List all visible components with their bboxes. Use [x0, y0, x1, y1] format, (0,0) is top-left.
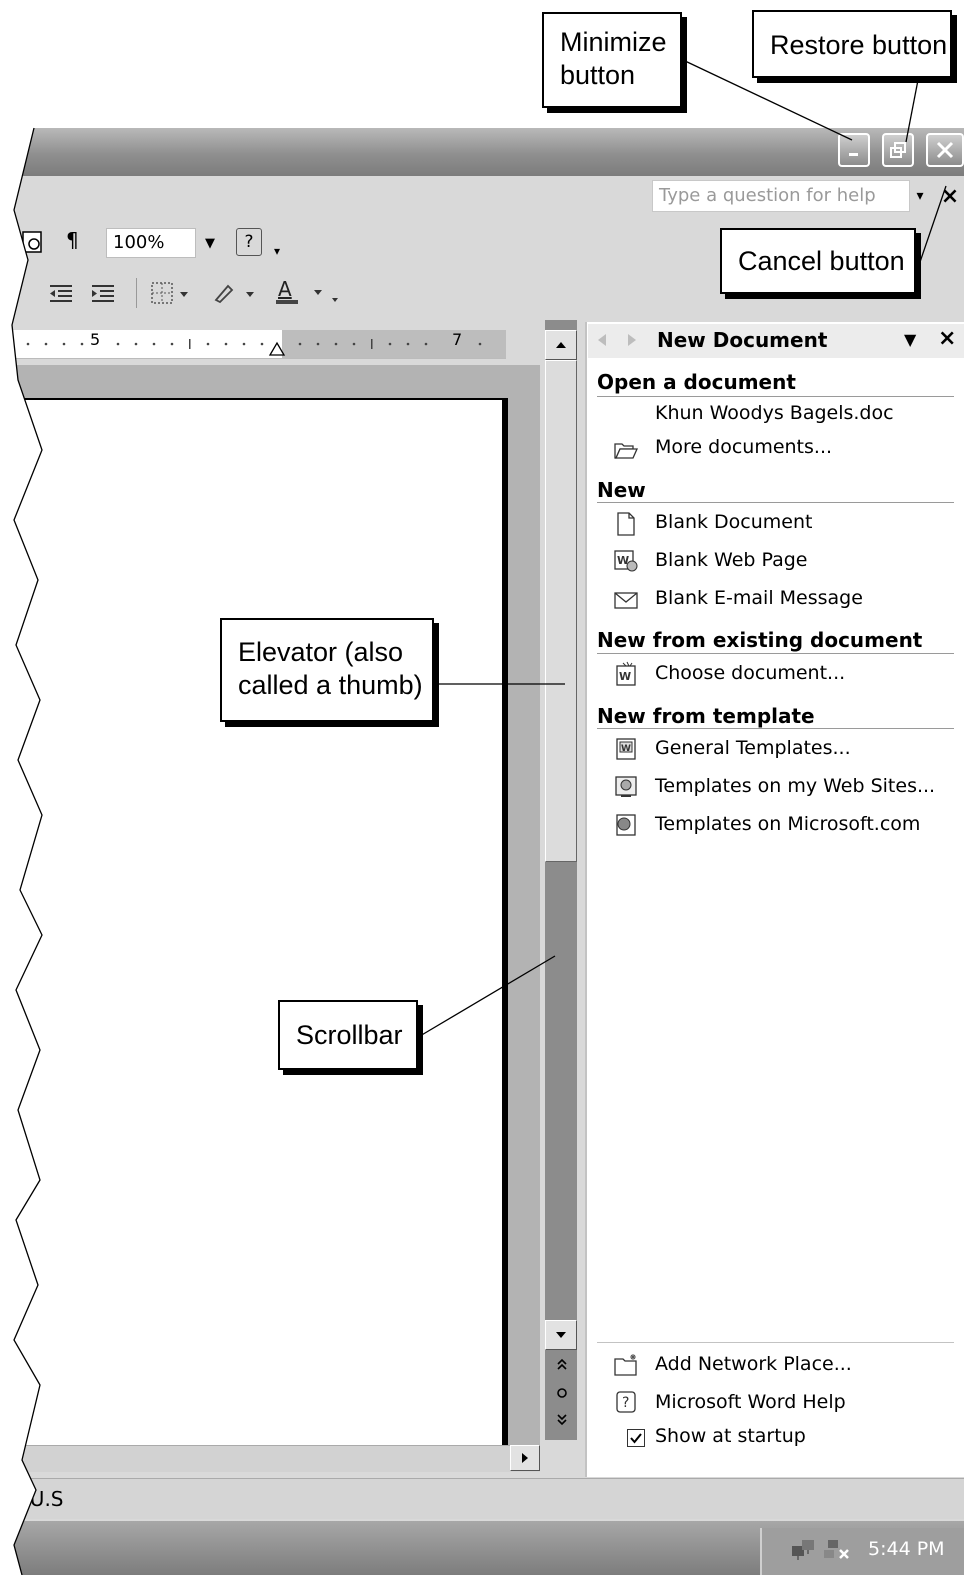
callout-scrollbar: Scrollbar [278, 1000, 418, 1070]
callout-restore: Restore button [752, 10, 952, 78]
callout-cancel: Cancel button [720, 228, 916, 294]
callout-minimize: Minimize button [542, 12, 682, 108]
callout-elevator: Elevator (also called a thumb) [220, 618, 434, 722]
